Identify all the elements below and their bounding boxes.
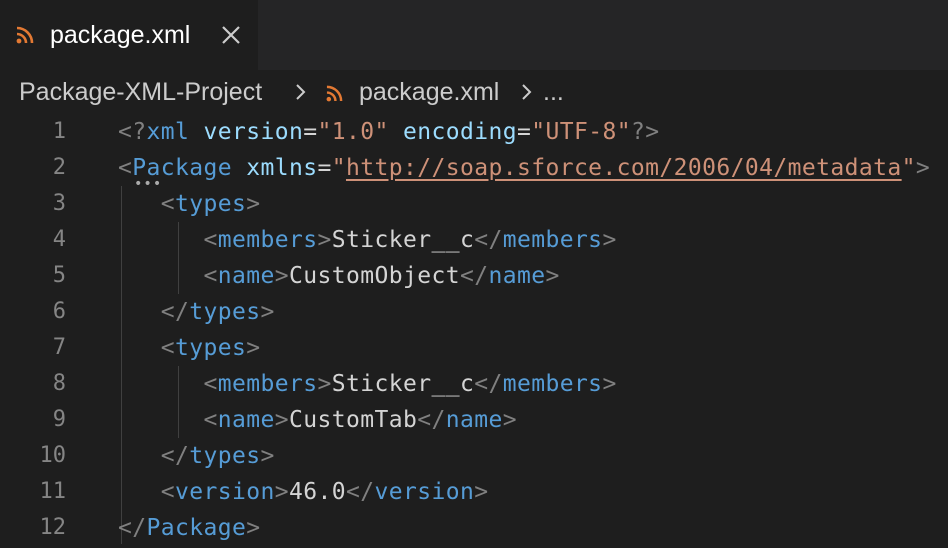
code-text: </Package> (118, 515, 261, 541)
code-line: 1 <?xml version="1.0" encoding="UTF-8"?> (0, 114, 948, 150)
code-text: <types> (160, 335, 261, 361)
line-number: 7 (52, 335, 66, 360)
line-number: 8 (52, 371, 66, 396)
code-editor[interactable]: ••• 1 <?xml version="1.0" encoding="UTF-… (0, 114, 948, 548)
code-line: 3 <types> (0, 186, 948, 222)
code-line: 12 </Package> (0, 510, 948, 546)
breadcrumb: Package-XML-Project package.xml ... (0, 70, 948, 114)
code-line: 2 <Package xmlns="http://soap.sforce.com… (0, 150, 948, 186)
code-line: 10 </types> (0, 438, 948, 474)
code-text: <members>Sticker__c</members> (203, 371, 617, 397)
tab-title: package.xml (50, 21, 191, 49)
code-line: 4 <members>Sticker__c</members> (0, 222, 948, 258)
code-line: 6 </types> (0, 294, 948, 330)
line-number: 2 (52, 155, 66, 180)
code-text: <?xml version="1.0" encoding="UTF-8"?> (118, 119, 660, 145)
line-number: 3 (52, 191, 66, 216)
code-text: <Package xmlns="http://soap.sforce.com/2… (118, 155, 931, 181)
line-number: 10 (39, 443, 67, 468)
chevron-right-icon (522, 84, 532, 100)
line-number: 11 (39, 479, 67, 504)
line-number: 5 (52, 263, 66, 288)
line-number: 12 (39, 515, 67, 540)
breadcrumb-more[interactable]: ... (543, 76, 564, 108)
editor-tab-bar: package.xml (0, 0, 948, 70)
code-text: <name>CustomTab</name> (203, 407, 517, 433)
code-text: <types> (160, 191, 261, 217)
line-number: 4 (52, 227, 66, 252)
code-line: 8 <members>Sticker__c</members> (0, 366, 948, 402)
code-text: </types> (160, 443, 275, 469)
line-number: 6 (52, 299, 66, 324)
breadcrumb-file[interactable]: package.xml (359, 76, 499, 108)
line-number: 9 (52, 407, 66, 432)
code-text: <version>46.0</version> (160, 479, 489, 505)
close-icon[interactable] (220, 24, 242, 46)
code-text: <name>CustomObject</name> (203, 263, 560, 289)
chevron-right-icon (296, 84, 306, 100)
tab-package-xml[interactable]: package.xml (0, 0, 258, 70)
code-text: <members>Sticker__c</members> (203, 227, 617, 253)
code-line: 9 <name>CustomTab</name> (0, 402, 948, 438)
breadcrumb-project[interactable]: Package-XML-Project (19, 76, 262, 108)
rss-icon (326, 85, 343, 102)
code-line: 11 <version>46.0</version> (0, 474, 948, 510)
code-line: 5 <name>CustomObject</name> (0, 258, 948, 294)
line-number: 1 (52, 119, 66, 144)
namespace-link[interactable]: http://soap.sforce.com/2006/04/metadata (346, 155, 902, 181)
code-text: </types> (160, 299, 275, 325)
code-line: 7 <types> (0, 330, 948, 366)
rss-icon (16, 26, 34, 44)
